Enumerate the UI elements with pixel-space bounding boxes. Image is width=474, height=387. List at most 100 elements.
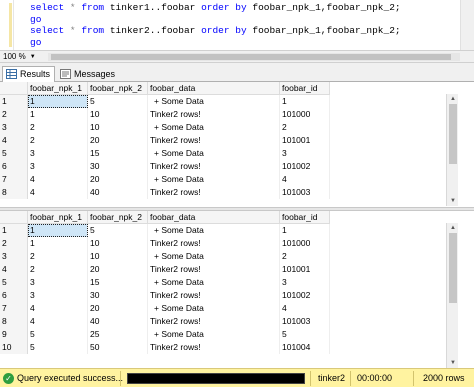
scroll-up-icon[interactable]: ▲ [447,94,459,104]
scrollbar-thumb[interactable] [449,233,457,303]
table-cell[interactable]: Tinker2 rows! [148,108,280,121]
column-header[interactable]: foobar_id [280,82,330,95]
table-row[interactable]: 3 2 10 + Some Data 2 [0,121,460,134]
table-cell[interactable]: 1 [280,224,330,237]
table-cell[interactable]: 3 [280,276,330,289]
row-number[interactable]: 3 [0,250,28,263]
table-cell[interactable]: 2 [28,250,88,263]
column-header[interactable]: foobar_npk_1 [28,82,88,95]
table-cell[interactable]: 101002 [280,160,330,173]
row-number[interactable]: 5 [0,276,28,289]
row-number[interactable]: 7 [0,302,28,315]
table-cell[interactable]: Tinker2 rows! [148,186,280,199]
row-number[interactable]: 3 [0,121,28,134]
scroll-up-icon[interactable]: ▲ [447,223,459,233]
table-cell[interactable]: + Some Data [148,173,280,186]
table-row[interactable]: 4 2 20 Tinker2 rows! 101001 [0,263,460,276]
table-cell[interactable]: 20 [88,134,148,147]
table-cell[interactable]: + Some Data [148,95,280,108]
scrollbar-thumb[interactable] [51,54,451,60]
table-cell[interactable]: 4 [28,302,88,315]
table-cell[interactable]: Tinker2 rows! [148,263,280,276]
scroll-down-icon[interactable]: ▼ [447,196,459,206]
table-cell[interactable]: 5 [28,341,88,354]
table-row[interactable]: 5 3 15 + Some Data 3 [0,147,460,160]
table-cell[interactable]: 1 [28,224,88,237]
table-cell[interactable]: 101003 [280,315,330,328]
column-header[interactable]: foobar_npk_2 [88,82,148,95]
table-row[interactable]: 8 4 40 Tinker2 rows! 101003 [0,315,460,328]
table-cell[interactable]: 3 [28,160,88,173]
editor-horizontal-scrollbar[interactable] [48,53,460,61]
table-cell[interactable]: 2 [280,250,330,263]
table-cell[interactable]: Tinker2 rows! [148,160,280,173]
table-row[interactable]: 6 3 30 Tinker2 rows! 101002 [0,289,460,302]
table-cell[interactable]: Tinker2 rows! [148,289,280,302]
table-cell[interactable]: 40 [88,186,148,199]
table-cell[interactable]: 4 [280,173,330,186]
row-number[interactable]: 8 [0,186,28,199]
table-row[interactable]: 9 5 25 + Some Data 5 [0,328,460,341]
tab-results[interactable]: Results [2,66,56,82]
table-cell[interactable]: 1 [28,237,88,250]
column-header[interactable]: foobar_data [148,82,280,95]
table-cell[interactable]: 4 [280,302,330,315]
table-row[interactable]: 1 1 5 + Some Data 1 [0,95,460,108]
table-cell[interactable]: 2 [28,263,88,276]
row-number[interactable]: 4 [0,263,28,276]
grid-corner-cell[interactable] [0,211,28,224]
row-number[interactable]: 1 [0,224,28,237]
table-cell[interactable]: 4 [28,186,88,199]
table-cell[interactable]: 40 [88,315,148,328]
table-cell[interactable]: 101003 [280,186,330,199]
scrollbar-thumb[interactable] [449,104,457,164]
table-cell[interactable]: 10 [88,121,148,134]
table-cell[interactable]: Tinker2 rows! [148,237,280,250]
table-cell[interactable]: 10 [88,237,148,250]
row-number[interactable]: 7 [0,173,28,186]
table-cell[interactable]: 15 [88,276,148,289]
grid-2-vertical-scrollbar[interactable]: ▲ ▼ [446,223,458,368]
row-number[interactable]: 9 [0,328,28,341]
table-cell[interactable]: 2 [28,134,88,147]
table-cell[interactable]: Tinker2 rows! [148,134,280,147]
table-row[interactable]: 3 2 10 + Some Data 2 [0,250,460,263]
table-cell[interactable]: 3 [28,147,88,160]
column-header[interactable]: foobar_id [280,211,330,224]
table-row[interactable]: 5 3 15 + Some Data 3 [0,276,460,289]
table-cell[interactable]: 15 [88,147,148,160]
scroll-down-icon[interactable]: ▼ [447,358,459,368]
table-row[interactable]: 6 3 30 Tinker2 rows! 101002 [0,160,460,173]
table-cell[interactable]: 25 [88,328,148,341]
row-number[interactable]: 5 [0,147,28,160]
table-cell[interactable]: 1 [28,108,88,121]
row-number[interactable]: 6 [0,160,28,173]
editor-vertical-scrollbar[interactable] [460,0,474,50]
table-cell[interactable]: 101000 [280,108,330,121]
query-editor[interactable]: select * from tinker1..foobar order by f… [0,0,474,50]
table-cell[interactable]: 5 [280,328,330,341]
table-row[interactable]: 10 5 50 Tinker2 rows! 101004 [0,341,460,354]
table-row[interactable]: 2 1 10 Tinker2 rows! 101000 [0,237,460,250]
table-row[interactable]: 2 1 10 Tinker2 rows! 101000 [0,108,460,121]
table-cell[interactable]: 101002 [280,289,330,302]
row-number[interactable]: 8 [0,315,28,328]
table-cell[interactable]: 1 [280,95,330,108]
column-header[interactable]: foobar_data [148,211,280,224]
tab-messages[interactable]: Messages [56,66,120,82]
results-grid-2[interactable]: foobar_npk_1 foobar_npk_2 foobar_data fooba… [0,211,460,368]
table-cell[interactable]: 5 [28,328,88,341]
table-cell[interactable]: + Some Data [148,276,280,289]
table-cell[interactable]: 20 [88,173,148,186]
query-text[interactable]: select * from tinker1..foobar order by f… [30,2,401,48]
table-cell[interactable]: 3 [28,276,88,289]
row-number[interactable]: 2 [0,108,28,121]
zoom-dropdown[interactable]: 100 % ▼ [3,52,36,62]
grid-corner-cell[interactable] [0,82,28,95]
row-number[interactable]: 10 [0,341,28,354]
table-cell[interactable]: 30 [88,289,148,302]
table-row[interactable]: 1 1 5 + Some Data 1 [0,224,460,237]
table-row[interactable]: 7 4 20 + Some Data 4 [0,173,460,186]
table-cell[interactable]: 4 [28,173,88,186]
table-cell[interactable]: + Some Data [148,224,280,237]
